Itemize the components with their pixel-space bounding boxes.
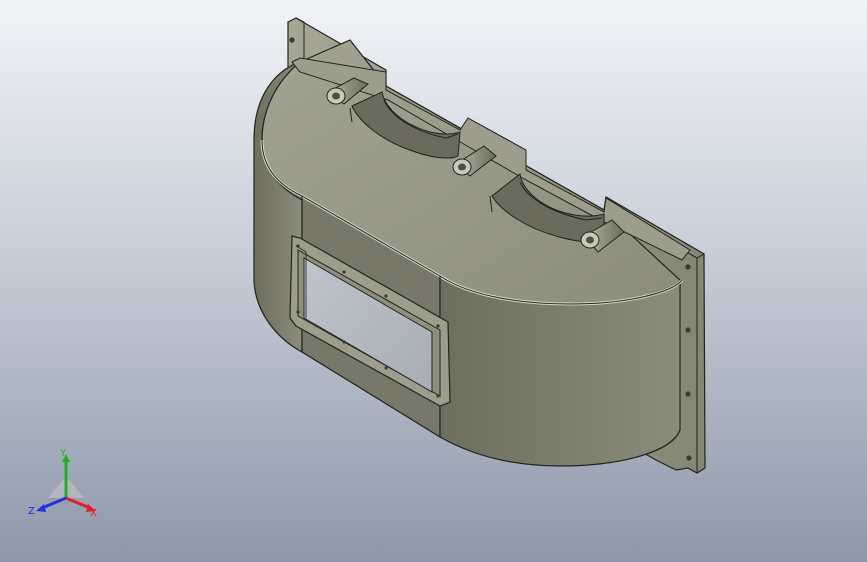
window-screw [436, 324, 440, 328]
window-screw [342, 270, 346, 274]
flange-hole [289, 37, 295, 43]
graphics-viewport[interactable]: Y X Z [0, 0, 867, 562]
window-screw [436, 394, 440, 398]
z-axis-label: Z [28, 506, 35, 517]
window-screw [342, 340, 346, 344]
view-triad[interactable]: Y X Z [26, 446, 106, 526]
window-screw [296, 310, 300, 314]
flange-hole [685, 327, 691, 333]
flange-hole [686, 455, 692, 461]
model-view[interactable] [0, 0, 867, 562]
window-screw [384, 366, 388, 370]
z-axis-arrow-icon [36, 504, 46, 512]
x-axis-label: X [90, 508, 97, 519]
window-screw [384, 294, 388, 298]
flange-hole [685, 391, 691, 397]
flange-hole [685, 264, 691, 270]
y-axis-label: Y [59, 448, 67, 459]
window-screw [296, 244, 300, 248]
